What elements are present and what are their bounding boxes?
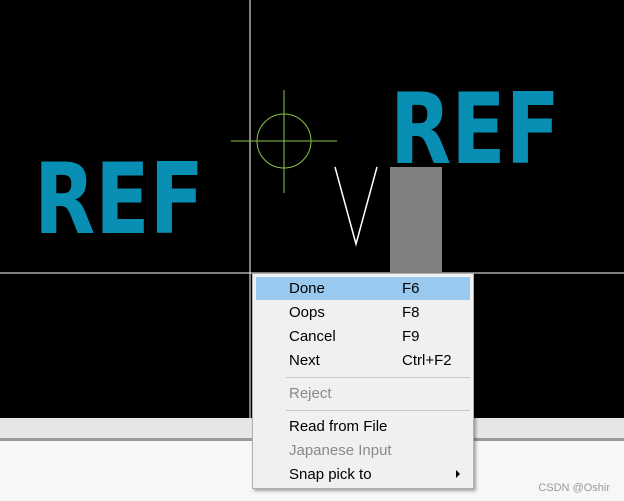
menu-item-label: Japanese Input <box>289 442 392 459</box>
ref-text-right[interactable]: REF <box>390 73 560 187</box>
menu-item-snap-pick-to[interactable]: Snap pick to <box>256 463 470 486</box>
menu-item-label: Oops <box>289 304 325 321</box>
menu-item-reject[interactable]: Reject <box>256 382 470 405</box>
menu-item-label: Next <box>289 352 320 369</box>
menu-item-done[interactable]: Done F6 <box>256 277 470 300</box>
menu-item-shortcut: F6 <box>402 280 420 297</box>
ref-text-left[interactable]: REF <box>34 143 204 257</box>
menu-item-label: Done <box>289 280 325 297</box>
menu-item-shortcut: F8 <box>402 304 420 321</box>
menu-item-japanese-input[interactable]: Japanese Input <box>256 439 470 462</box>
menu-item-label: Reject <box>289 385 332 402</box>
menu-item-shortcut: Ctrl+F2 <box>402 352 452 369</box>
menu-item-label: Read from File <box>289 418 388 435</box>
menu-item-shortcut: F9 <box>402 328 420 345</box>
context-menu: Done F6 Oops F8 Cancel F9 Next Ctrl+F2 R… <box>252 273 474 489</box>
menu-separator <box>286 410 470 411</box>
menu-item-cancel[interactable]: Cancel F9 <box>256 325 470 348</box>
v-mark <box>334 166 378 247</box>
menu-item-read-from-file[interactable]: Read from File <box>256 415 470 438</box>
watermark: CSDN @Oshir <box>538 482 610 494</box>
menu-item-label: Cancel <box>289 328 336 345</box>
origin-marker <box>231 90 337 193</box>
menu-item-oops[interactable]: Oops F8 <box>256 301 470 324</box>
submenu-arrow-icon <box>456 470 460 478</box>
menu-item-label: Snap pick to <box>289 466 372 483</box>
menu-separator <box>286 377 470 378</box>
menu-item-next[interactable]: Next Ctrl+F2 <box>256 349 470 372</box>
